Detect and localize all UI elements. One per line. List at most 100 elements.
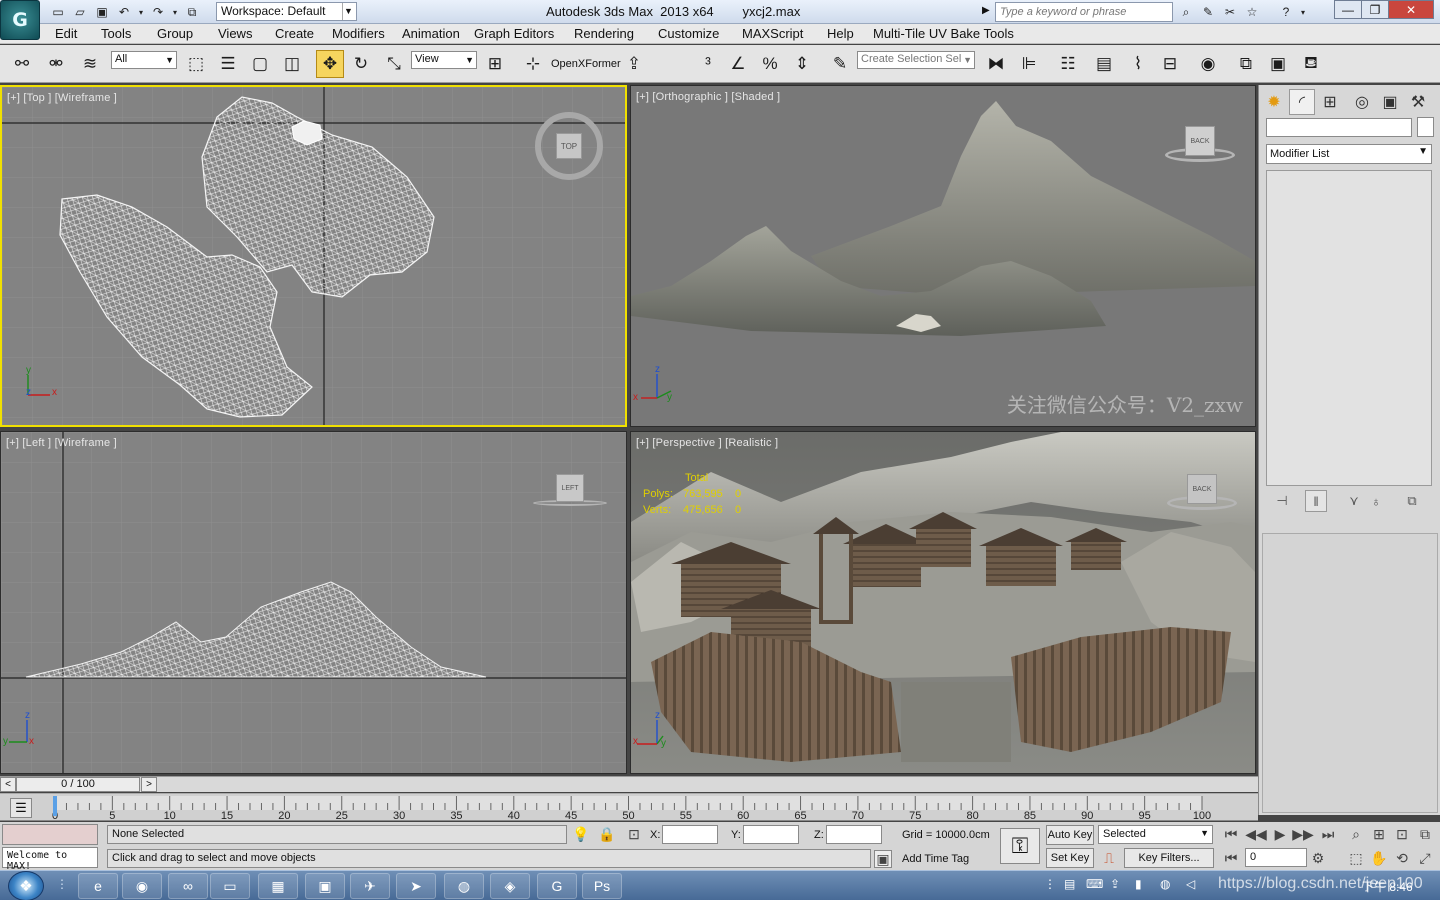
previous-key-icon[interactable]: ◀◀ xyxy=(1245,825,1267,843)
zoom-icon[interactable]: ⌕ xyxy=(1347,825,1365,843)
app-icon-chart[interactable]: ▦ xyxy=(258,873,298,899)
viewport-left[interactable]: [+] [Left ] [Wireframe ] z y x LEFT xyxy=(0,431,627,774)
pin-stack-icon[interactable]: ⊣ xyxy=(1271,490,1293,512)
photoshop-icon[interactable]: Ps xyxy=(582,873,622,899)
rendered-frame-window-icon[interactable]: ▣ xyxy=(1264,50,1292,78)
angle-snap-icon[interactable]: ∠ xyxy=(724,50,752,78)
manipulate-icon[interactable]: ⇪ xyxy=(620,50,648,78)
current-frame-marker[interactable] xyxy=(53,796,57,816)
zoom-extents-all-icon[interactable]: ⧉ xyxy=(1416,825,1434,843)
rectangular-selection-icon[interactable]: ▢ xyxy=(246,50,274,78)
time-slider-thumb[interactable]: 0 / 100 xyxy=(16,777,140,792)
viewport-label[interactable]: [+] [Perspective ] [Realistic ] xyxy=(636,437,778,449)
viewport-orthographic[interactable]: [+] [Orthographic ] [Shaded ] z y x BACK… xyxy=(630,85,1256,427)
subscription-icon[interactable]: ✎ xyxy=(1198,3,1218,21)
select-by-name-icon[interactable]: ☰ xyxy=(214,50,242,78)
show-end-result-icon[interactable]: ‖ xyxy=(1305,490,1327,512)
hierarchy-tab-icon[interactable]: ⊞ xyxy=(1317,89,1343,115)
menu-modifiers[interactable]: Modifiers xyxy=(332,26,385,41)
display-tab-icon[interactable]: ▣ xyxy=(1377,89,1403,115)
pivot-center-icon[interactable]: ⊞ xyxy=(481,50,509,78)
object-color-swatch[interactable] xyxy=(1417,117,1434,137)
viewport-label[interactable]: [+] [Top ] [Wireframe ] xyxy=(7,92,117,104)
default-in-out-tangent-icon[interactable]: ⎍ xyxy=(1100,849,1118,867)
zoom-extents-icon[interactable]: ⊡ xyxy=(1393,825,1411,843)
current-frame-field[interactable]: 0 xyxy=(1245,848,1307,867)
zoom-all-icon[interactable]: ⊞ xyxy=(1370,825,1388,843)
open-file-icon[interactable]: ▱ xyxy=(70,3,90,21)
viewport-perspective[interactable]: [+] [Perspective ] [Realistic ] z y x To… xyxy=(630,431,1256,774)
tray-icon-1[interactable]: ▤ xyxy=(1064,877,1075,891)
menu-create[interactable]: Create xyxy=(275,26,314,41)
absolute-mode-icon[interactable]: ⊡ xyxy=(625,825,643,843)
material-editor-icon[interactable]: ◉ xyxy=(1194,50,1222,78)
workspace-dropdown[interactable]: Workspace: Default ▼ xyxy=(216,2,357,21)
file-explorer-icon[interactable]: ▭ xyxy=(210,873,250,899)
app-icon-bird[interactable]: ✈ xyxy=(350,873,390,899)
viewport-top[interactable]: [+] [Top ] [Wireframe ] y z x TOP xyxy=(0,85,627,427)
menu-animation[interactable]: Animation xyxy=(402,26,460,41)
maxscript-output[interactable]: Welcome to MAX! xyxy=(2,847,98,872)
project-folder-icon[interactable]: ⧉ xyxy=(182,3,202,21)
restore-button[interactable]: ❐ xyxy=(1361,0,1389,19)
previous-frame-button[interactable]: < xyxy=(0,777,16,792)
minimize-button[interactable]: — xyxy=(1334,0,1362,19)
set-key-toggle-icon[interactable]: ⚿ xyxy=(1000,828,1040,864)
mirror-icon[interactable]: ⧓ xyxy=(982,50,1010,78)
menu-customize[interactable]: Customize xyxy=(658,26,719,41)
align-icon[interactable]: ⊫ xyxy=(1015,50,1043,78)
app-icon-arrow[interactable]: ➤ xyxy=(396,873,436,899)
window-crossing-icon[interactable]: ◫ xyxy=(278,50,306,78)
undo-dropdown-icon[interactable]: ▾ xyxy=(136,3,146,21)
keyboard-icon[interactable]: ⌨ xyxy=(1086,877,1103,891)
select-and-move-icon[interactable]: ✥ xyxy=(316,50,344,78)
battery-icon[interactable]: ▮ xyxy=(1135,877,1142,891)
graphite-ribbon-icon[interactable]: ▤ xyxy=(1090,50,1118,78)
menu-group[interactable]: Group xyxy=(157,26,193,41)
internet-explorer-icon[interactable]: e xyxy=(78,873,118,899)
curve-editor-icon[interactable]: ⌇ xyxy=(1124,50,1152,78)
create-tab-icon[interactable]: ✹ xyxy=(1261,89,1287,115)
communication-icon[interactable]: ✂ xyxy=(1220,3,1240,21)
configure-modifier-sets-icon[interactable]: ⧉ xyxy=(1401,490,1423,512)
x-coord-field[interactable] xyxy=(662,825,718,844)
isolate-selection-icon[interactable]: 💡 xyxy=(572,825,590,843)
menu-help[interactable]: Help xyxy=(827,26,854,41)
baidu-netdisk-icon[interactable]: ∞ xyxy=(168,873,208,899)
schematic-view-icon[interactable]: ⊟ xyxy=(1156,50,1184,78)
track-bar[interactable]: ☰ 05101520253035404550556065707580859095… xyxy=(0,793,1258,822)
motion-tab-icon[interactable]: ◎ xyxy=(1349,89,1375,115)
app-menu-button[interactable]: G xyxy=(0,0,40,40)
new-file-icon[interactable]: ▭ xyxy=(48,3,68,21)
tray-icon-3[interactable]: ◍ xyxy=(1160,877,1170,891)
select-and-scale-icon[interactable]: ⤡ xyxy=(380,50,408,78)
select-object-icon[interactable]: ⬚ xyxy=(182,50,210,78)
undo-icon[interactable]: ↶ xyxy=(114,3,134,21)
spinner-snap-icon[interactable]: ⇕ xyxy=(788,50,816,78)
render-production-icon[interactable]: ⛾ xyxy=(1297,50,1325,78)
key-mode-toggle-icon[interactable]: ⏮ xyxy=(1222,849,1240,867)
utilities-tab-icon[interactable]: ⚒ xyxy=(1405,89,1431,115)
reference-coordinate-dropdown[interactable]: View ▼ xyxy=(411,51,477,69)
next-frame-button[interactable]: > xyxy=(141,777,157,792)
next-key-icon[interactable]: ▶▶ xyxy=(1292,825,1314,843)
auto-key-button[interactable]: Auto Key xyxy=(1046,825,1094,845)
modify-tab-icon[interactable]: ◜ xyxy=(1289,89,1315,115)
unity-icon[interactable]: ◈ xyxy=(490,873,530,899)
time-slider[interactable]: < 0 / 100 > xyxy=(0,776,1258,792)
add-time-tag-label[interactable]: Add Time Tag xyxy=(902,853,969,865)
viewcube-left[interactable]: LEFT xyxy=(533,472,607,512)
maximize-viewport-icon[interactable]: ⤢ xyxy=(1416,849,1434,867)
viewcube-perspective[interactable]: BACK xyxy=(1167,470,1237,514)
menu-rendering[interactable]: Rendering xyxy=(574,26,634,41)
play-icon[interactable]: ▶ xyxy=(1271,825,1289,843)
snaps-toggle-icon[interactable]: ³ xyxy=(694,50,722,78)
unlink-icon[interactable]: ⚮ xyxy=(42,50,70,78)
time-tag-icon[interactable]: ▣ xyxy=(874,850,892,868)
go-to-end-icon[interactable]: ⏭ xyxy=(1319,825,1337,843)
field-of-view-icon[interactable]: ⬚ xyxy=(1347,849,1365,867)
z-coord-field[interactable] xyxy=(826,825,882,844)
search-input[interactable]: Type a keyword or phrase xyxy=(995,2,1173,22)
remove-modifier-icon[interactable]: ♁ xyxy=(1365,490,1387,512)
redo-icon[interactable]: ↷ xyxy=(148,3,168,21)
